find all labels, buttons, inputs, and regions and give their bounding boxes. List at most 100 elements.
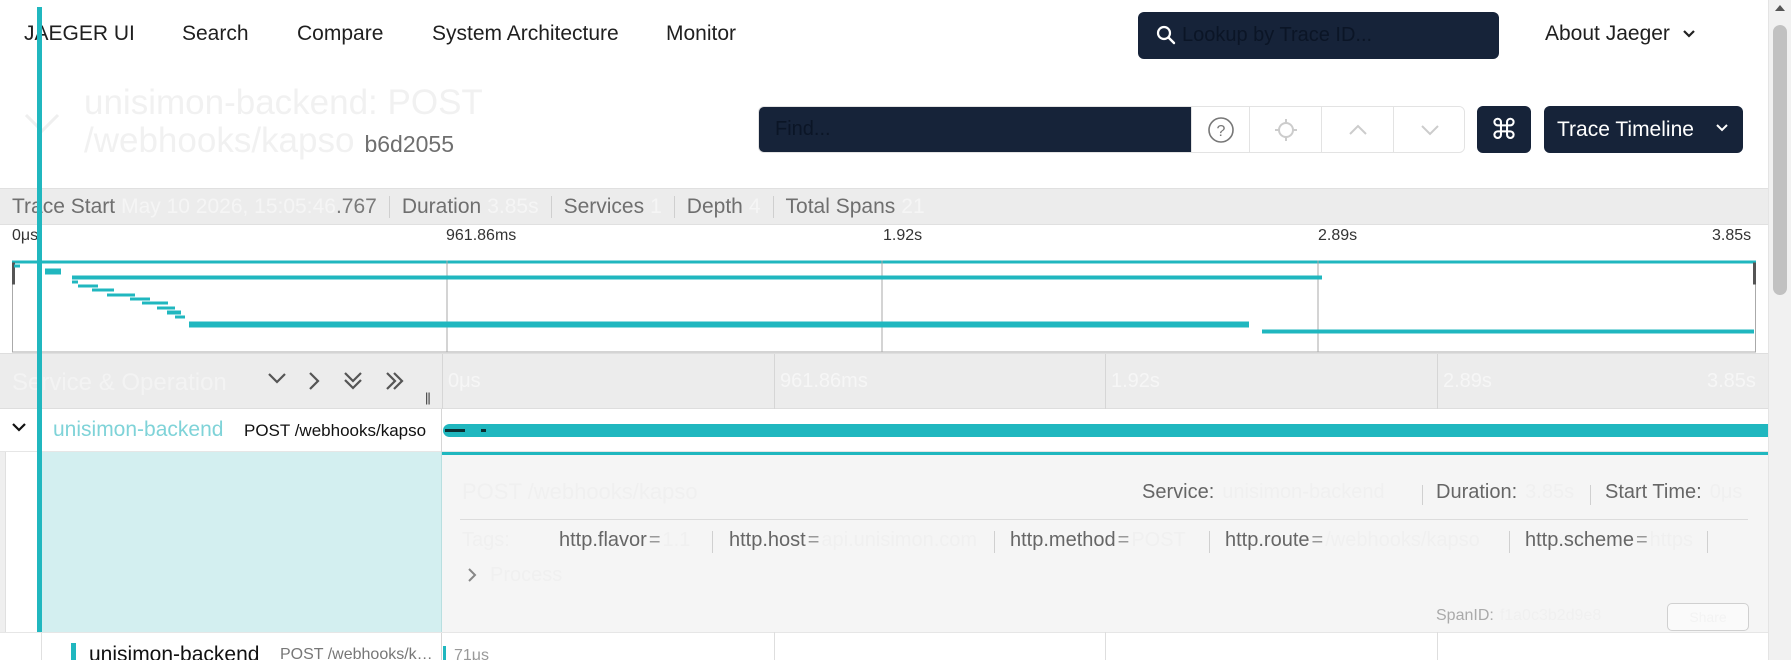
share-label: Share bbox=[1689, 609, 1727, 625]
duration-value: 3.85s bbox=[487, 194, 539, 218]
minimap-tick: 2.89s bbox=[1318, 227, 1358, 244]
collapse-trace-icon[interactable] bbox=[22, 110, 62, 141]
share-button[interactable]: Share bbox=[1667, 603, 1749, 631]
timeline-tick: 961.86ms bbox=[780, 370, 868, 392]
divider bbox=[1209, 531, 1210, 553]
tree-indent-guide bbox=[41, 633, 42, 660]
timeline-tick: 3.85s bbox=[1707, 370, 1756, 392]
span-name-cell[interactable]: unisimon-backend POST /webhooks/kapso bbox=[0, 409, 442, 452]
chevron-down-icon bbox=[1683, 30, 1695, 39]
next-match-button[interactable] bbox=[1393, 107, 1464, 152]
services-label: Services bbox=[563, 194, 645, 218]
divider bbox=[1422, 485, 1423, 505]
tag-key: http.route bbox=[1225, 529, 1310, 551]
nav-system-architecture[interactable]: System Architecture bbox=[432, 22, 619, 46]
divider bbox=[712, 531, 713, 553]
trace-id-input[interactable] bbox=[1182, 20, 1482, 51]
detail-gutter bbox=[0, 452, 6, 635]
collapse-one-icon[interactable] bbox=[266, 370, 288, 391]
span-row[interactable]: unisimon-backend POST /webhooks/kapso bbox=[0, 409, 1768, 452]
tag-item: http.scheme = https bbox=[1525, 529, 1693, 551]
tag-item: http.host = api.unisimon.com bbox=[729, 529, 978, 551]
detail-highlight bbox=[37, 452, 442, 635]
span-bar[interactable] bbox=[443, 646, 446, 660]
scroll-up-icon[interactable] bbox=[1775, 5, 1785, 11]
chevron-down-icon[interactable] bbox=[10, 421, 28, 440]
span-bar[interactable] bbox=[443, 424, 1768, 437]
minimap-tick: 3.85s bbox=[1712, 227, 1752, 244]
duration-label: Duration bbox=[401, 194, 482, 218]
keyboard-shortcuts-button[interactable]: ⌘ bbox=[1477, 106, 1531, 153]
span-name-cell[interactable]: unisimon-backend POST /webhooks/kapso bbox=[0, 633, 442, 660]
nav-search[interactable]: Search bbox=[182, 22, 249, 46]
span-id-label: SpanID: bbox=[1436, 607, 1494, 624]
view-selector[interactable]: Trace Timeline bbox=[1544, 106, 1743, 153]
about-label: About Jaeger bbox=[1545, 22, 1670, 45]
tag-key: http.scheme bbox=[1525, 529, 1634, 551]
minimap-tick: 0μs bbox=[12, 227, 39, 244]
trace-header: unisimon-backend: POST /webhooks/kapso b6… bbox=[0, 70, 1768, 188]
trace-title: unisimon-backend: POST /webhooks/kapso b6… bbox=[84, 84, 704, 163]
tag-item: http.method = POST bbox=[1010, 529, 1186, 551]
span-duration-label: 71μs bbox=[454, 647, 490, 660]
process-section-label[interactable]: Process bbox=[490, 564, 562, 587]
top-nav: JAEGER UI Search Compare System Architec… bbox=[0, 0, 1768, 70]
question-icon: ? bbox=[1207, 116, 1234, 143]
trace-lookup bbox=[1138, 12, 1499, 59]
detail-service-label: Service: bbox=[1142, 481, 1215, 503]
trace-minimap[interactable]: 0μs 961.86ms 1.92s 2.89s 3.85s bbox=[0, 225, 1768, 353]
detail-start: Start Time: 0μs bbox=[1605, 481, 1742, 504]
span-service: unisimon-backend bbox=[89, 643, 260, 660]
expand-one-icon[interactable] bbox=[306, 370, 322, 397]
total-spans-value: 21 bbox=[901, 194, 925, 218]
span-row[interactable]: unisimon-backend POST /webhooks/kapso 71… bbox=[0, 632, 1768, 660]
divider bbox=[1509, 531, 1510, 553]
detail-name-column bbox=[0, 452, 442, 635]
span-bar-mark bbox=[445, 429, 465, 432]
chevron-right-icon[interactable] bbox=[466, 567, 478, 588]
timeline-tick: 2.89s bbox=[1443, 370, 1492, 392]
detail-start-value: 0μs bbox=[1709, 481, 1743, 503]
divider bbox=[1590, 485, 1591, 505]
page-scrollbar[interactable] bbox=[1768, 0, 1791, 660]
help-button[interactable]: ? bbox=[1191, 107, 1249, 152]
detail-duration-label: Duration: bbox=[1436, 481, 1518, 503]
divider bbox=[673, 195, 675, 218]
nav-monitor[interactable]: Monitor bbox=[666, 22, 736, 46]
column-divider bbox=[442, 354, 443, 410]
service-color-bar bbox=[37, 452, 42, 635]
total-spans-label: Total Spans bbox=[785, 194, 896, 218]
detail-service-value: unisimon-backend bbox=[1222, 481, 1385, 503]
tick-line bbox=[1105, 354, 1106, 410]
nav-compare[interactable]: Compare bbox=[297, 22, 383, 46]
divider bbox=[994, 531, 995, 553]
find-input[interactable] bbox=[759, 107, 1191, 152]
locate-button[interactable] bbox=[1249, 107, 1321, 152]
service-operation-title: Service & Operation bbox=[12, 369, 227, 396]
about-menu[interactable]: About Jaeger bbox=[1545, 22, 1696, 46]
search-icon bbox=[1156, 25, 1176, 50]
span-detail: POST /webhooks/kapso Service: unisimon-ba… bbox=[0, 452, 1768, 635]
scrollbar-thumb[interactable] bbox=[1773, 25, 1787, 295]
chevron-down-icon bbox=[1421, 124, 1439, 135]
tags-label: Tags: bbox=[462, 529, 510, 551]
tag-value: https bbox=[1649, 529, 1693, 551]
trace-start-value: May 10 2026, 15:05:46 bbox=[121, 194, 336, 218]
tick-line bbox=[1105, 632, 1106, 660]
divider bbox=[1707, 531, 1708, 553]
span-service: unisimon-backend bbox=[53, 418, 224, 441]
detail-service: Service: unisimon-backend bbox=[1142, 481, 1385, 504]
minimap-tick: 961.86ms bbox=[446, 227, 517, 244]
expand-all-icon[interactable] bbox=[384, 370, 406, 397]
prev-match-button[interactable] bbox=[1321, 107, 1393, 152]
tick-line bbox=[1437, 354, 1438, 410]
timeline-tick: 0μs bbox=[448, 370, 481, 392]
tick-line bbox=[774, 632, 775, 660]
tick-line bbox=[774, 354, 775, 410]
detail-duration-value: 3.85s bbox=[1525, 481, 1575, 503]
minimap-canvas bbox=[12, 260, 1756, 353]
trace-start-label: Trace Start bbox=[12, 194, 116, 218]
collapse-all-icon[interactable] bbox=[342, 370, 364, 397]
timeline-tick: 1.92s bbox=[1111, 370, 1160, 392]
column-resizer-icon[interactable]: || bbox=[425, 390, 431, 405]
